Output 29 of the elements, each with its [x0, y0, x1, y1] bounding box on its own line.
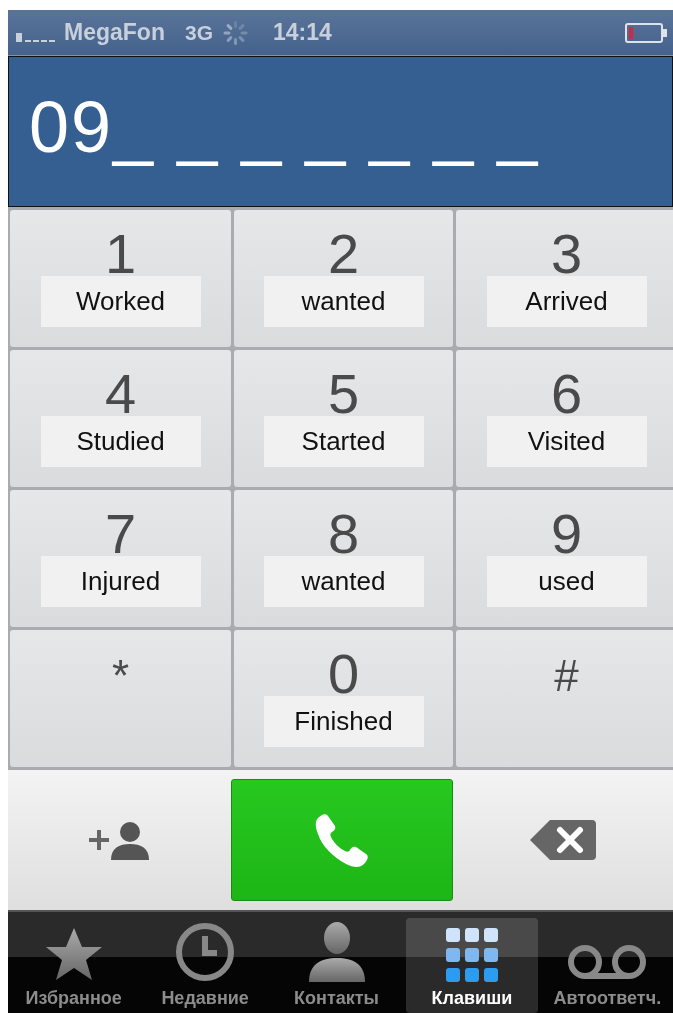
signal-icon: [16, 30, 56, 42]
keypad-key[interactable]: #: [456, 630, 673, 767]
keypad-key[interactable]: 0 Finished: [234, 630, 453, 767]
keypad-key[interactable]: 6 Visited: [456, 350, 673, 487]
call-button[interactable]: [230, 779, 453, 901]
backspace-icon: [529, 818, 596, 862]
battery-icon: [625, 22, 667, 43]
keypad-key[interactable]: 7 Injured: [10, 490, 231, 627]
tab[interactable]: Недавние: [139, 918, 271, 1013]
clock-time: 14:14: [272, 19, 332, 46]
clock-icon: [175, 922, 236, 982]
keypad-icon: [445, 928, 498, 982]
voicemail-icon: [567, 942, 648, 982]
carrier-name: MegaFon: [64, 19, 165, 46]
keypad-key[interactable]: 4 Studied: [10, 350, 231, 487]
keypad-key[interactable]: 5 Started: [234, 350, 453, 487]
person-icon: [306, 920, 367, 982]
tab[interactable]: Избранное: [8, 918, 140, 1013]
keypad-key[interactable]: *: [10, 630, 231, 767]
tab[interactable]: Автоответч.: [541, 918, 673, 1013]
keypad-key[interactable]: 3 Arrived: [456, 210, 673, 347]
keypad-key[interactable]: 1 Worked: [10, 210, 231, 347]
keypad-key[interactable]: 8 wanted: [234, 490, 453, 627]
tab[interactable]: Клавиши: [406, 918, 538, 1013]
keypad-key[interactable]: 9 used: [456, 490, 673, 627]
network-type: 3G: [184, 20, 213, 45]
phone-number-text: 09_ _ _ _ _ _ _: [29, 85, 540, 168]
keypad-key[interactable]: 2 wanted: [234, 210, 453, 347]
tab[interactable]: Контакты: [270, 918, 403, 1013]
